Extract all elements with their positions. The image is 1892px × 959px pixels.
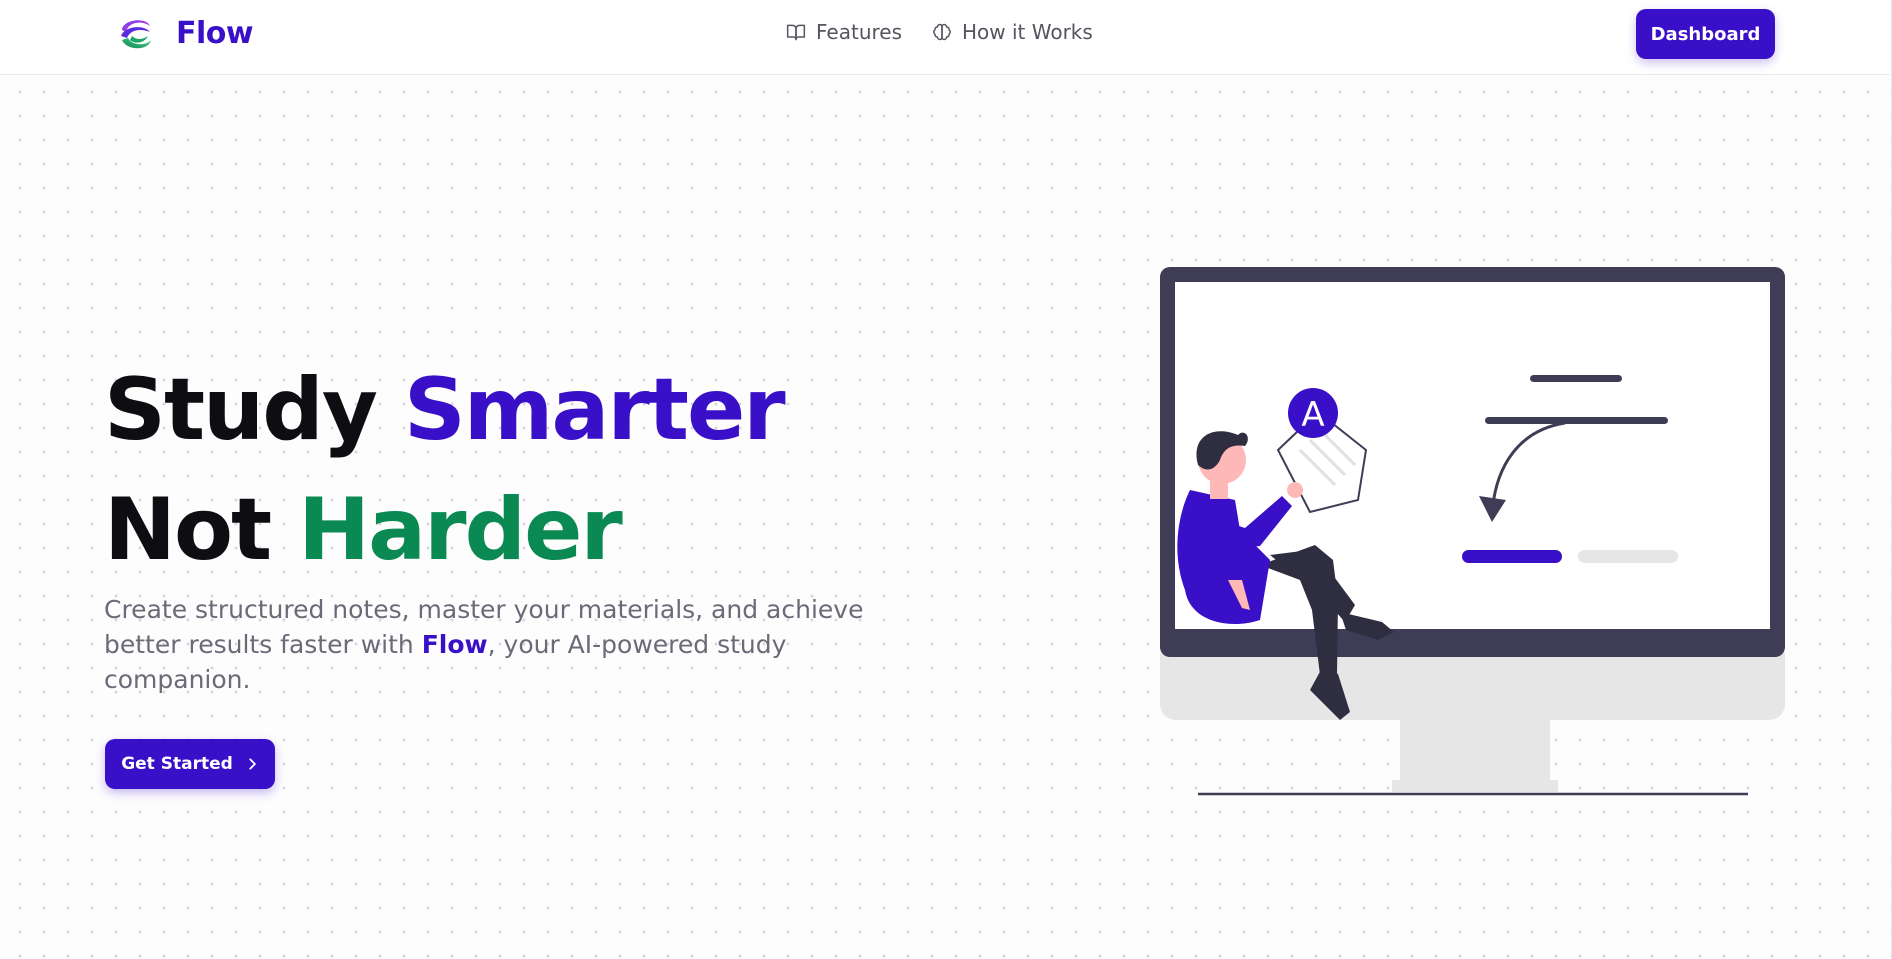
- top-navbar: Flow Features How it Works Dashboard: [0, 0, 1890, 75]
- screen-line-short: [1530, 375, 1622, 382]
- progress-empty-bar: [1578, 550, 1678, 563]
- headline-line-2: Not Harder: [104, 480, 623, 580]
- monitor-stand: [1400, 700, 1550, 790]
- headline-not: Not: [104, 480, 299, 580]
- get-started-button[interactable]: Get Started: [105, 739, 275, 789]
- nav-item-how-it-works[interactable]: How it Works: [932, 20, 1093, 44]
- progress-fill-bar: [1462, 550, 1562, 563]
- screen-line-long: [1485, 417, 1668, 424]
- nav-item-features[interactable]: Features: [786, 20, 902, 44]
- letter-badge-text: A: [1301, 395, 1324, 435]
- main-nav: Features How it Works: [786, 20, 1093, 44]
- dashboard-button[interactable]: Dashboard: [1636, 9, 1775, 59]
- nav-item-label: How it Works: [962, 20, 1093, 44]
- landing-page: Flow Features How it Works Dashboard Stu…: [0, 0, 1892, 959]
- headline-smarter: Smarter: [403, 360, 786, 460]
- get-started-label: Get Started: [121, 754, 233, 774]
- hero-headline: Study Smarter Not Harder: [104, 350, 786, 590]
- flow-logo-icon[interactable]: [116, 14, 156, 54]
- hero-illustration: A: [1160, 267, 1785, 796]
- chevron-right-icon: [249, 758, 256, 770]
- headline-study: Study: [104, 360, 404, 460]
- hero-subtext: Create structured notes, master your mat…: [104, 592, 874, 697]
- monitor-foot: [1392, 780, 1558, 792]
- brain-icon: [933, 23, 951, 41]
- brand-name[interactable]: Flow: [176, 16, 254, 51]
- nav-item-label: Features: [816, 20, 902, 44]
- subtext-brand: Flow: [421, 630, 488, 659]
- book-open-icon: [786, 24, 806, 41]
- headline-line-1: Study Smarter: [104, 360, 786, 460]
- headline-harder: Harder: [298, 480, 623, 580]
